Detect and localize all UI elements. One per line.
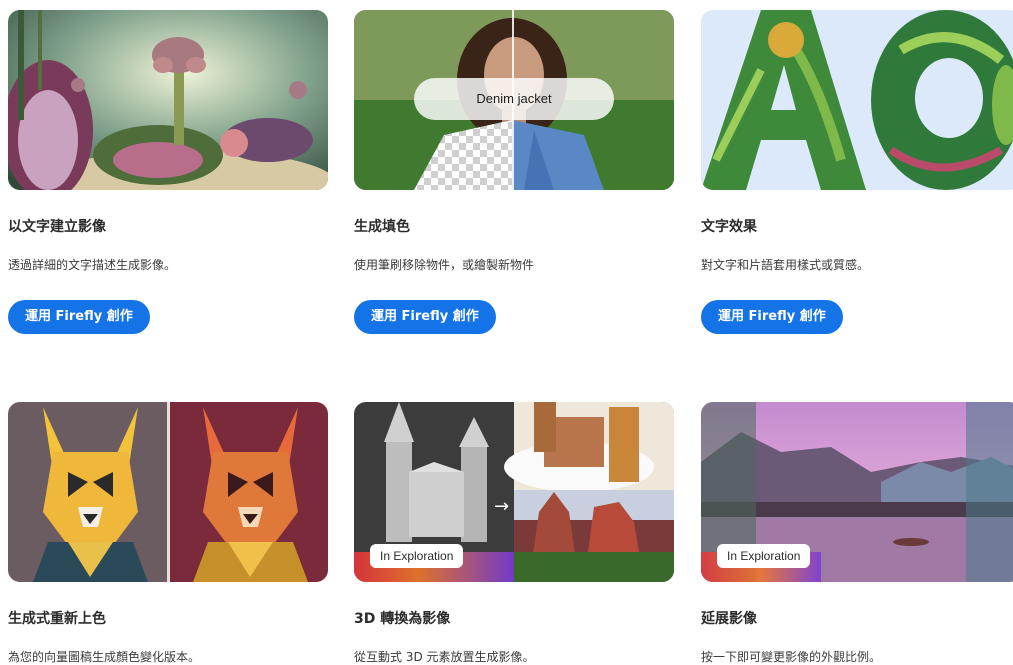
card-image-3d-castle[interactable]: → In Exploration	[354, 402, 674, 582]
card-title: 3D 轉換為影像	[354, 611, 451, 627]
card-title: 生成填色	[354, 219, 410, 235]
card-title: 以文字建立影像	[8, 219, 106, 235]
card-text-effects[interactable]: 文字效果 對文字和片語套用樣式或質感。 運用 Firefly 創作	[701, 10, 1013, 334]
card-text-to-image[interactable]: 以文字建立影像 透過詳細的文字描述生成影像。 運用 Firefly 創作	[8, 10, 328, 334]
card-description: 為您的向量圖稿生成顏色變化版本。	[8, 650, 201, 664]
create-with-firefly-button[interactable]: 運用 Firefly 創作	[701, 300, 843, 334]
card-title: 生成式重新上色	[8, 611, 106, 627]
card-description: 按一下即可變更影像的外觀比例。	[701, 650, 882, 664]
card-title: 延展影像	[701, 611, 757, 627]
card-image-fantasy-garden[interactable]	[8, 10, 328, 190]
in-exploration-badge: In Exploration	[717, 544, 811, 568]
card-image-lake-landscape[interactable]: In Exploration	[701, 402, 1013, 582]
card-image-geometric-dog[interactable]	[8, 402, 328, 582]
prompt-input-pill: Denim jacket	[414, 78, 614, 120]
create-with-firefly-button[interactable]: 運用 Firefly 創作	[354, 300, 496, 334]
create-with-firefly-button[interactable]: 運用 Firefly 創作	[8, 300, 150, 334]
card-description: 對文字和片語套用樣式或質感。	[701, 258, 870, 272]
card-generative-recolor[interactable]: 生成式重新上色 為您的向量圖稿生成顏色變化版本。	[8, 402, 328, 664]
card-description: 透過詳細的文字描述生成影像。	[8, 258, 177, 272]
card-description: 使用筆刷移除物件，或繪製新物件	[354, 258, 535, 272]
card-image-leaf-letters[interactable]	[701, 10, 1013, 190]
card-generative-fill[interactable]: Denim jacket 生成填色 使用筆刷移除物件，或繪製新物件 運用 Fir…	[354, 10, 674, 334]
card-title: 文字效果	[701, 219, 757, 235]
in-exploration-badge: In Exploration	[370, 544, 464, 568]
card-description: 從互動式 3D 元素放置生成影像。	[354, 650, 535, 664]
card-generative-expand[interactable]: In Exploration 延展影像 按一下即可變更影像的外觀比例。	[701, 402, 1013, 664]
card-3d-to-image[interactable]: → In Exploration 3D 轉換為影像 從互動式 3D 元素放置生成…	[354, 402, 674, 664]
card-image-denim-jacket[interactable]: Denim jacket	[354, 10, 674, 190]
svg-text:→: →	[494, 496, 509, 517]
